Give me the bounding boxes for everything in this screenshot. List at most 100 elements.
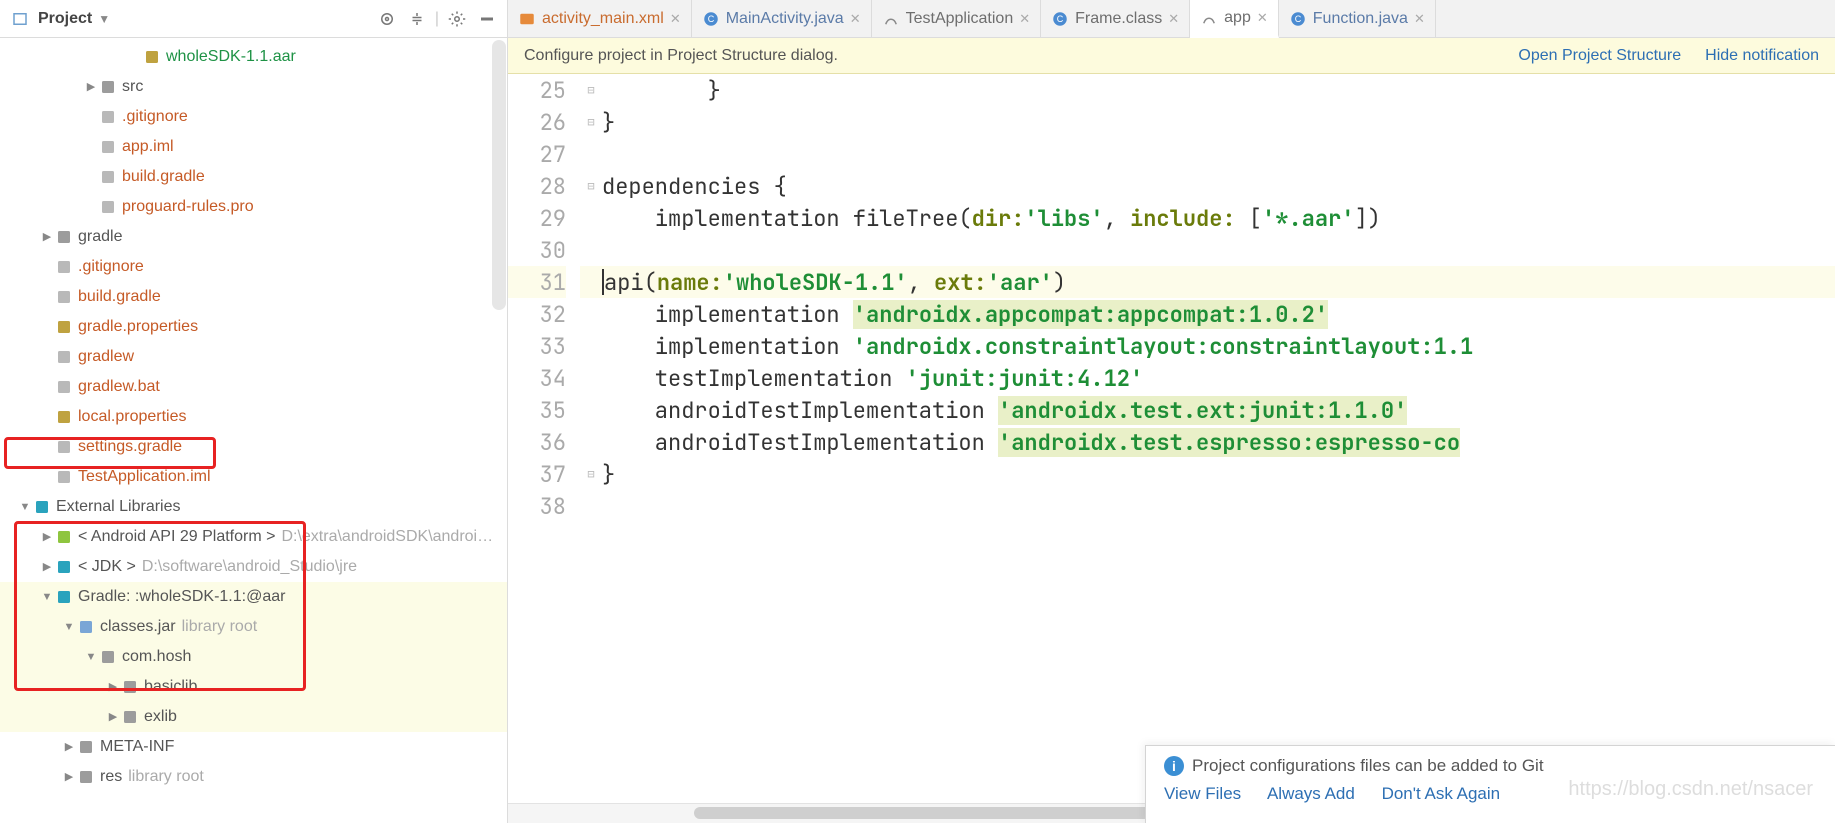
fold-marker[interactable]: ⊟: [580, 106, 602, 138]
tree-item[interactable]: gradle.properties: [0, 312, 507, 342]
file-icon: [76, 618, 96, 636]
tree-item[interactable]: settings.gradle: [0, 432, 507, 462]
tree-item[interactable]: TestApplication.iml: [0, 462, 507, 492]
code-line[interactable]: androidTestImplementation 'androidx.test…: [602, 394, 1835, 426]
code-line[interactable]: [602, 490, 1835, 522]
fold-marker[interactable]: [580, 266, 602, 298]
fold-marker[interactable]: ⊟: [580, 74, 602, 106]
file-icon: [54, 378, 74, 396]
file-icon: [120, 708, 140, 726]
editor-tab[interactable]: TestApplication✕: [872, 0, 1042, 37]
editor-tab[interactable]: app✕: [1190, 0, 1279, 38]
editor-tab[interactable]: CFrame.class✕: [1041, 0, 1190, 37]
target-icon[interactable]: [375, 7, 399, 31]
expand-arrow-icon[interactable]: ▶: [106, 672, 120, 702]
fold-marker[interactable]: ⊟: [580, 170, 602, 202]
code-line[interactable]: [602, 138, 1835, 170]
tree-item-label: .gitignore: [122, 102, 188, 132]
fold-marker[interactable]: [580, 426, 602, 458]
tree-item[interactable]: gradlew: [0, 342, 507, 372]
code-line[interactable]: dependencies {: [602, 170, 1835, 202]
hide-notification-link[interactable]: Hide notification: [1705, 47, 1819, 65]
collapse-icon[interactable]: [405, 7, 429, 31]
close-tab-icon[interactable]: ✕: [1168, 11, 1179, 27]
expand-arrow-icon[interactable]: ▶: [40, 552, 54, 582]
tree-item[interactable]: build.gradle: [0, 162, 507, 192]
fold-marker[interactable]: [580, 298, 602, 330]
tree-item[interactable]: ▶< Android API 29 Platform >D:\extra\and…: [0, 522, 507, 552]
fold-marker[interactable]: [580, 234, 602, 266]
code-line[interactable]: testImplementation 'junit:junit:4.12': [602, 362, 1835, 394]
project-title[interactable]: Project: [38, 10, 92, 28]
expand-arrow-icon[interactable]: ▶: [40, 222, 54, 252]
code-line[interactable]: api(name:'wholeSDK-1.1', ext:'aar'): [602, 266, 1835, 298]
editor-tab[interactable]: CFunction.java✕: [1279, 0, 1436, 37]
tree-item[interactable]: ▶META-INF: [0, 732, 507, 762]
tree-item[interactable]: app.iml: [0, 132, 507, 162]
code-line[interactable]: androidTestImplementation 'androidx.test…: [602, 426, 1835, 458]
editor-tab[interactable]: CMainActivity.java✕: [692, 0, 872, 37]
code-editor[interactable]: 2526272829303132333435363738 ⊟⊟⊟⊟ }} dep…: [508, 74, 1835, 803]
open-project-structure-link[interactable]: Open Project Structure: [1518, 47, 1681, 65]
tree-item[interactable]: ▶basiclib: [0, 672, 507, 702]
code-line[interactable]: implementation 'androidx.constraintlayou…: [602, 330, 1835, 362]
fold-marker[interactable]: [580, 330, 602, 362]
gear-icon[interactable]: [445, 7, 469, 31]
expand-arrow-icon[interactable]: ▶: [106, 702, 120, 732]
expand-arrow-icon[interactable]: ▶: [84, 72, 98, 102]
code-line[interactable]: }: [602, 458, 1835, 490]
close-tab-icon[interactable]: ✕: [850, 11, 861, 27]
dont-ask-again-link[interactable]: Don't Ask Again: [1382, 784, 1501, 803]
tree-item[interactable]: ▶ gradle: [0, 222, 507, 252]
fold-marker[interactable]: [580, 202, 602, 234]
code-line[interactable]: [602, 234, 1835, 266]
always-add-link[interactable]: Always Add: [1267, 784, 1355, 803]
tree-item[interactable]: .gitignore: [0, 252, 507, 282]
tree-item[interactable]: ▼Gradle: :wholeSDK-1.1:@aar: [0, 582, 507, 612]
tree-item[interactable]: ▶exlib: [0, 702, 507, 732]
expand-arrow-icon[interactable]: ▼: [84, 642, 98, 672]
close-tab-icon[interactable]: ✕: [1414, 11, 1425, 27]
fold-marker[interactable]: ⊟: [580, 458, 602, 490]
tree-item[interactable]: gradlew.bat: [0, 372, 507, 402]
tree-item[interactable]: build.gradle: [0, 282, 507, 312]
dropdown-arrow-icon[interactable]: ▼: [98, 12, 110, 26]
tree-item[interactable]: ▶reslibrary root: [0, 762, 507, 792]
tree-scrollbar[interactable]: [492, 40, 506, 310]
close-tab-icon[interactable]: ✕: [1019, 11, 1030, 27]
tree-item-label: gradle: [78, 222, 122, 252]
view-files-link[interactable]: View Files: [1164, 784, 1241, 803]
tree-item[interactable]: ▼com.hosh: [0, 642, 507, 672]
expand-arrow-icon[interactable]: ▶: [40, 522, 54, 552]
expand-arrow-icon[interactable]: ▼: [62, 612, 76, 642]
hide-icon[interactable]: [475, 7, 499, 31]
project-tree[interactable]: wholeSDK-1.1.aar▶src.gitignoreapp.imlbui…: [0, 38, 507, 823]
tree-item[interactable]: local.properties: [0, 402, 507, 432]
tree-item[interactable]: proguard-rules.pro: [0, 192, 507, 222]
fold-marker[interactable]: [580, 394, 602, 426]
expand-arrow-icon[interactable]: ▶: [62, 762, 76, 792]
expand-arrow-icon[interactable]: ▼: [18, 492, 32, 522]
code-line[interactable]: implementation 'androidx.appcompat:appco…: [602, 298, 1835, 330]
editor-tab[interactable]: activity_main.xml✕: [508, 0, 692, 37]
fold-marker[interactable]: [580, 490, 602, 522]
code-line[interactable]: }: [602, 74, 1835, 106]
tree-item-label: settings.gradle: [78, 432, 182, 462]
fold-marker[interactable]: [580, 138, 602, 170]
svg-text:C: C: [1295, 14, 1302, 24]
tree-item[interactable]: ▶src: [0, 72, 507, 102]
tree-item[interactable]: wholeSDK-1.1.aar: [0, 42, 507, 72]
code-line[interactable]: implementation fileTree(dir: 'libs', inc…: [602, 202, 1835, 234]
code-line[interactable]: }: [602, 106, 1835, 138]
expand-arrow-icon[interactable]: ▶: [62, 732, 76, 762]
tree-item-label: .gitignore: [78, 252, 144, 282]
tree-item[interactable]: ▼External Libraries: [0, 492, 507, 522]
tree-item[interactable]: ▶< JDK >D:\software\android_Studio\jre: [0, 552, 507, 582]
tree-item[interactable]: ▼classes.jarlibrary root: [0, 612, 507, 642]
fold-marker[interactable]: [580, 362, 602, 394]
expand-arrow-icon[interactable]: ▼: [40, 582, 54, 612]
close-tab-icon[interactable]: ✕: [670, 11, 681, 27]
tree-item[interactable]: .gitignore: [0, 102, 507, 132]
close-tab-icon[interactable]: ✕: [1257, 10, 1268, 26]
tree-item-hint: D:\extra\androidSDK\androi…: [281, 522, 493, 552]
